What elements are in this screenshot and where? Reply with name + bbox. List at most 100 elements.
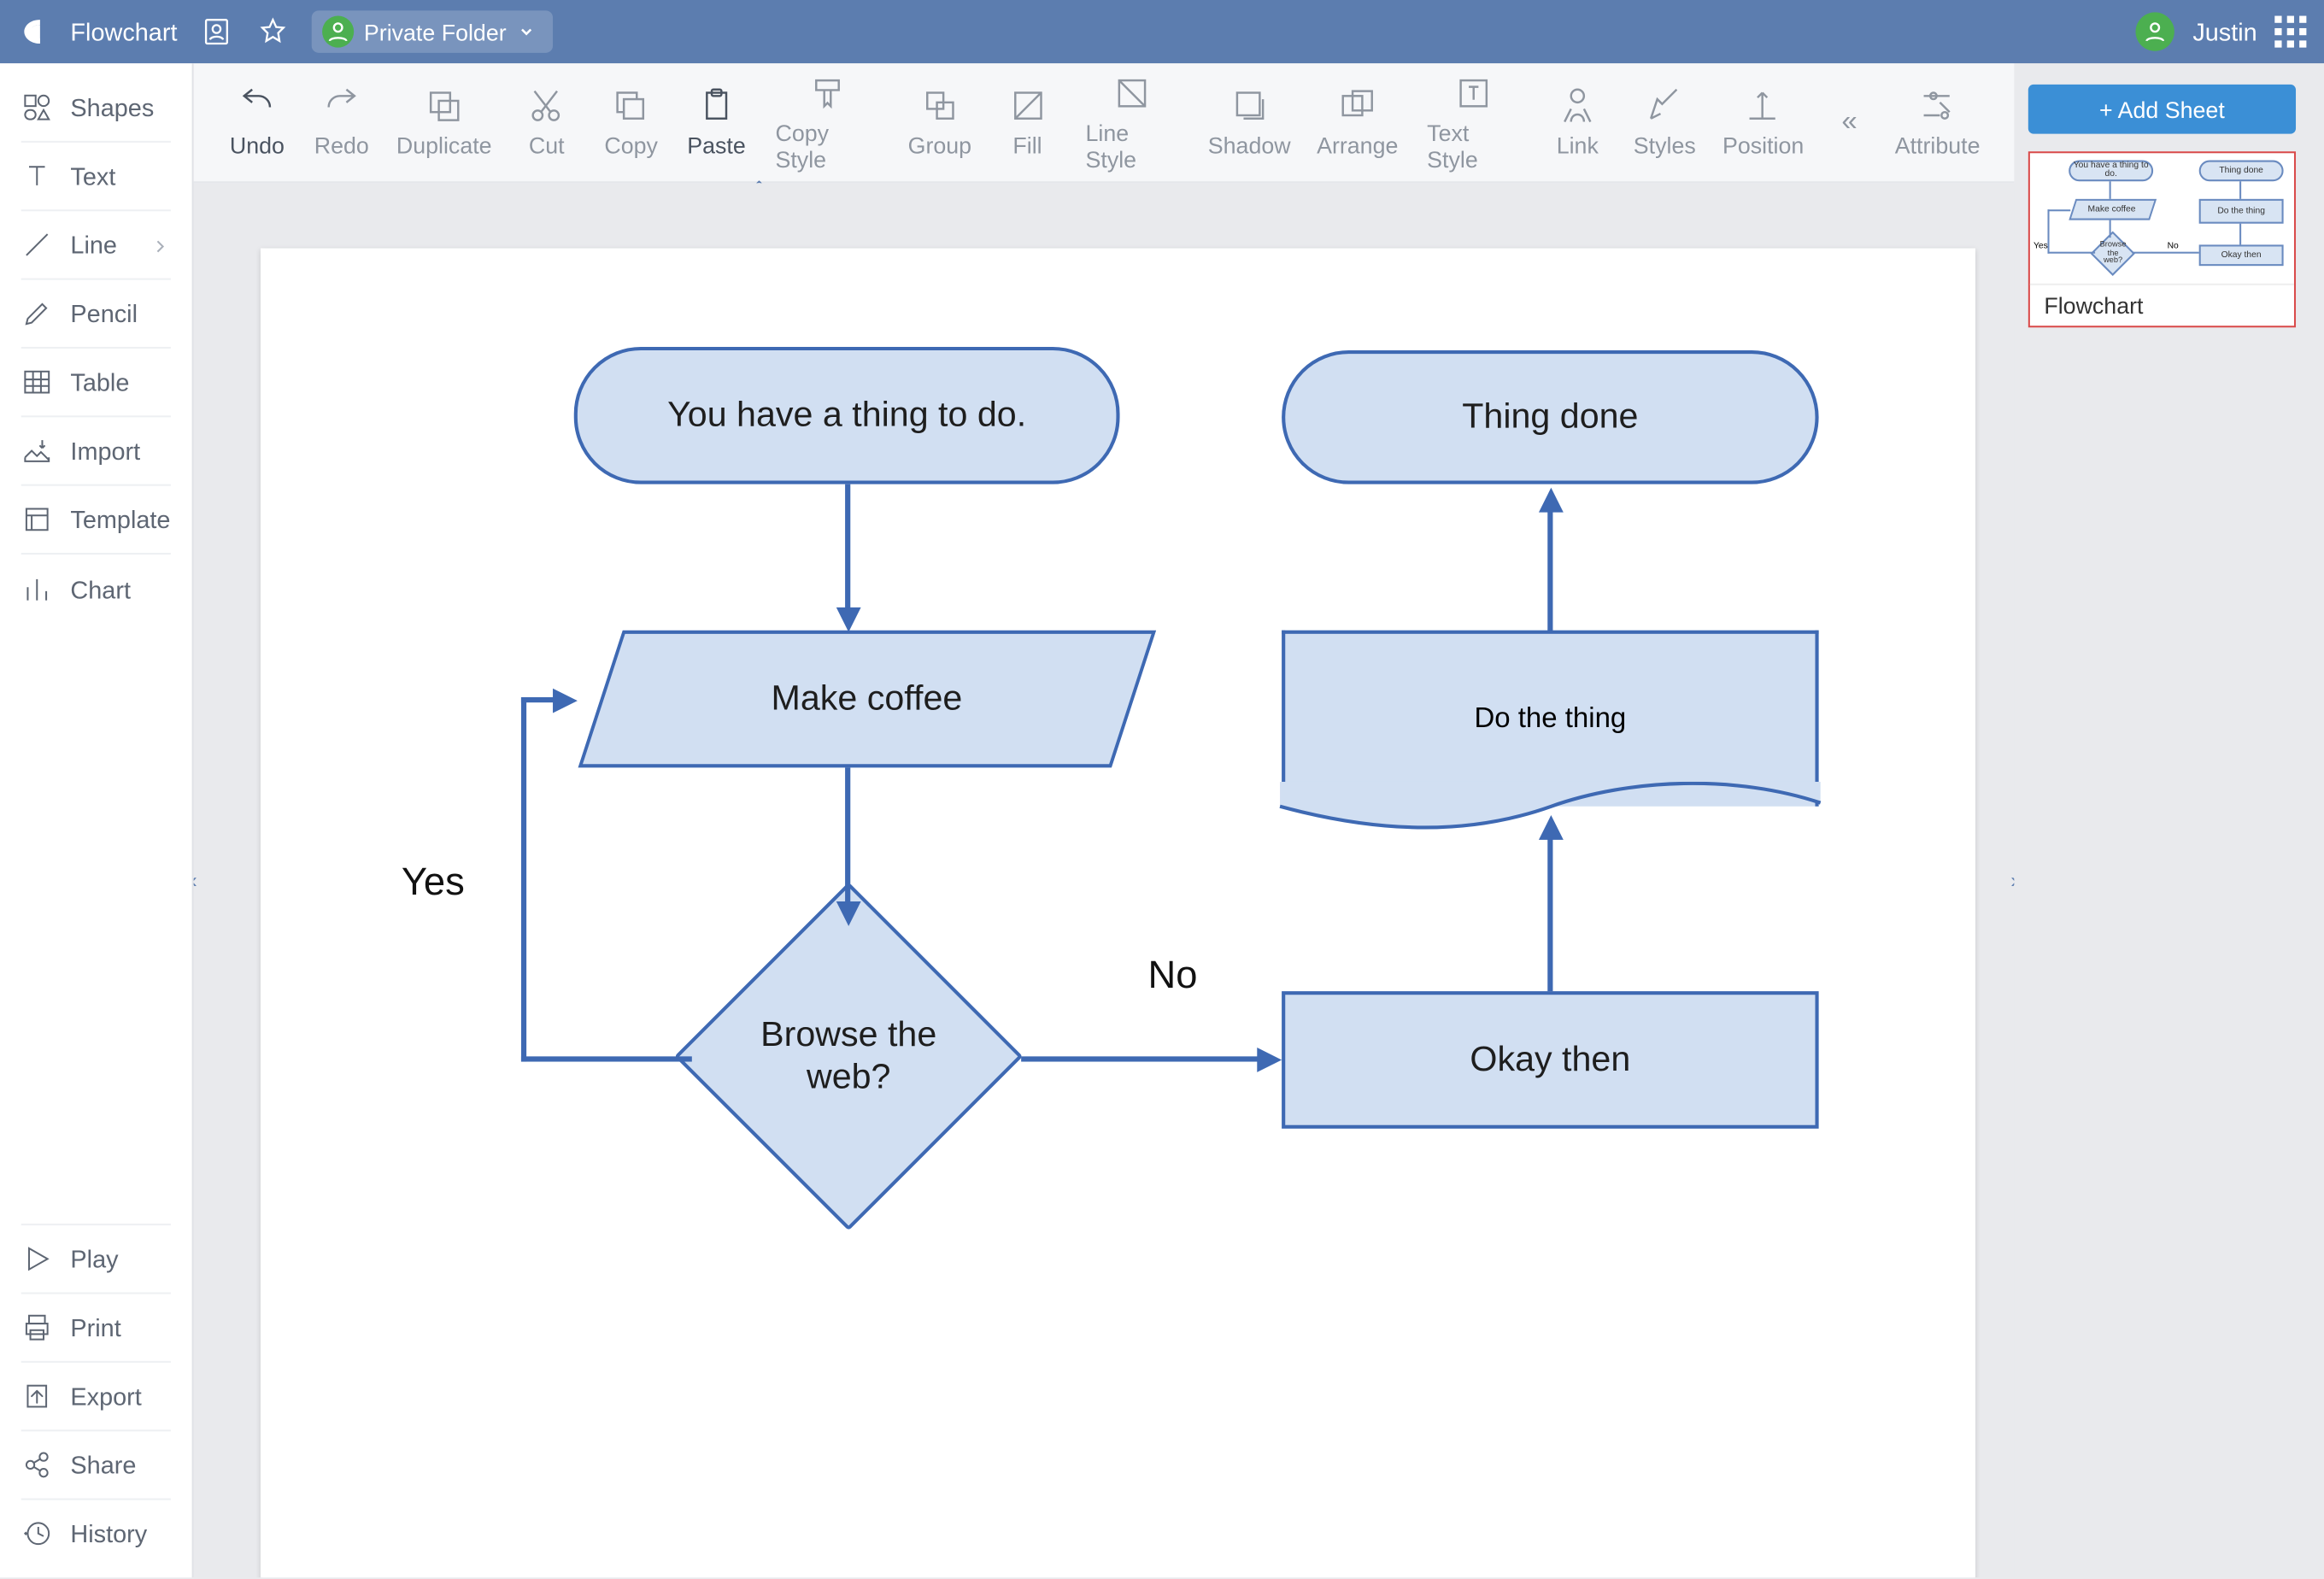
toolbar-label: Styles [1634, 132, 1696, 159]
toolbar-attribute-button[interactable]: Attribute [1882, 86, 1993, 158]
group-icon [920, 86, 959, 125]
node-do[interactable]: Do the thing [1282, 631, 1818, 807]
thumbnail-preview: You have a thing to do. Thing done Make … [2030, 153, 2294, 283]
toolbar-linestyle-button[interactable]: Line Style [1070, 73, 1195, 172]
styles-icon [1646, 86, 1684, 125]
sidebar-item-play[interactable]: Play [21, 1224, 171, 1292]
toolbar-label: Position [1722, 132, 1804, 159]
contacts-icon[interactable] [198, 14, 233, 49]
arrow-head-icon [553, 688, 578, 713]
page[interactable]: You have a thing to do. Thing done Make … [261, 249, 1975, 1578]
node-coffee-label: Make coffee [772, 678, 963, 719]
position-icon [1744, 86, 1782, 125]
left-sidebar: Shapes Text Line Pencil Table Import Template C… [0, 63, 194, 1577]
arrow-line [1021, 1056, 1260, 1061]
sidebar-item-text[interactable]: Text [21, 143, 171, 211]
toolbar-styles-button[interactable]: Styles [1620, 86, 1710, 158]
sidebar-item-shapes[interactable]: Shapes [21, 74, 171, 143]
sidebar-item-table[interactable]: Table [21, 349, 171, 417]
sidebar-item-label: Import [70, 437, 140, 465]
toolbar-label: Attribute [1895, 132, 1981, 159]
panel-expand-left-icon[interactable]: ‹ [194, 845, 204, 915]
sidebar-item-export[interactable]: Export [21, 1361, 171, 1429]
folder-label: Private Folder [364, 19, 507, 45]
canvas[interactable]: ‹ › You have a thing to do. Thing done M… [194, 183, 2015, 1577]
toolbar-label: Text Style [1427, 119, 1519, 172]
sidebar-item-label: Chart [70, 575, 131, 603]
panel-expand-right-icon[interactable]: › [2004, 845, 2014, 915]
copystyle-icon [807, 73, 846, 112]
toolbar-arrange-button[interactable]: Arrange [1304, 86, 1411, 158]
sidebar-item-print[interactable]: Print [21, 1292, 171, 1360]
folder-dropdown[interactable]: Private Folder [311, 10, 552, 52]
star-icon[interactable] [255, 14, 290, 49]
toolbar-copystyle-button[interactable]: Copy Style [760, 73, 895, 172]
sidebar-item-template[interactable]: Template [21, 486, 171, 555]
toolbar-cut-button[interactable]: Cut [504, 86, 589, 158]
sidebar-item-label: Pencil [70, 299, 138, 327]
toolbar-label: Arrange [1317, 132, 1398, 159]
duplicate-icon [425, 86, 463, 125]
node-okay[interactable]: Okay then [1282, 991, 1818, 1129]
node-done-label: Thing done [1462, 396, 1638, 438]
toolbar-textstyle-button[interactable]: Text Style [1411, 73, 1535, 172]
sidebar-item-pencil[interactable]: Pencil [21, 280, 171, 349]
toolbar-copy-button[interactable]: Copy [589, 86, 673, 158]
toolbar-overflow-icon[interactable]: « [1817, 107, 1882, 138]
toolbar-paste-button[interactable]: Paste [673, 86, 760, 158]
node-start[interactable]: You have a thing to do. [574, 347, 1120, 484]
toolbar-label: Fill [1012, 132, 1042, 159]
sidebar-item-chart[interactable]: Chart [21, 555, 171, 623]
node-done[interactable]: Thing done [1282, 350, 1818, 484]
sidebar-item-label: Shapes [70, 93, 154, 121]
sidebar-item-label: Text [70, 162, 115, 191]
sidebar-item-import[interactable]: Import [21, 417, 171, 485]
text-icon [21, 161, 53, 192]
edge-label-yes: Yes [402, 860, 465, 906]
redo-icon [322, 86, 361, 125]
chart-icon [21, 573, 53, 605]
toolbar-label: Undo [230, 132, 285, 159]
history-icon [21, 1517, 53, 1549]
add-sheet-button[interactable]: + Add Sheet [2028, 85, 2296, 134]
document-title[interactable]: Flowchart [70, 18, 177, 46]
toolbar-label: Group [908, 132, 971, 159]
apps-grid-icon[interactable] [2274, 16, 2306, 48]
toolbar-link-button[interactable]: Link [1535, 86, 1620, 158]
chevron-right-icon [150, 234, 171, 255]
app-header: Flowchart Private Folder Justin [0, 0, 2324, 63]
paste-icon [697, 86, 736, 125]
shadow-icon [1230, 86, 1269, 125]
sidebar-item-label: Template [70, 505, 170, 533]
toolbar-redo-button[interactable]: Redo [299, 86, 384, 158]
app-logo-icon[interactable] [18, 16, 50, 48]
arrow-head-icon [836, 901, 860, 926]
toolbar-duplicate-button[interactable]: Duplicate [384, 86, 504, 158]
arrange-icon [1338, 86, 1376, 125]
toolbar-label: Redo [314, 132, 369, 159]
arrow-line [1547, 836, 1552, 991]
toolbar-label: Shadow [1208, 132, 1291, 159]
template-icon [21, 503, 53, 535]
arrow-head-icon [1538, 488, 1563, 513]
node-browse[interactable]: Browse the web? [674, 882, 1023, 1230]
toolbar-group-button[interactable]: Group [895, 86, 985, 158]
table-icon [21, 367, 53, 398]
toolbar-fill-button[interactable]: Fill [985, 86, 1070, 158]
sidebar-item-label: Play [70, 1245, 118, 1273]
sidebar-item-line[interactable]: Line [21, 211, 171, 279]
arrow-line [521, 697, 556, 702]
toolbar-label: Cut [529, 132, 565, 159]
node-coffee[interactable]: Make coffee [578, 631, 1157, 768]
print-icon [21, 1312, 53, 1343]
toolbar-undo-button[interactable]: Undo [214, 86, 299, 158]
arrow-line [521, 697, 526, 1062]
sidebar-item-share[interactable]: Share [21, 1429, 171, 1498]
user-avatar[interactable] [2136, 12, 2174, 50]
sheet-thumbnail[interactable]: You have a thing to do. Thing done Make … [2028, 151, 2296, 327]
toolbar-position-button[interactable]: Position [1710, 86, 1817, 158]
thumbnail-label: Flowchart [2030, 284, 2294, 326]
toolbar-shadow-button[interactable]: Shadow [1195, 86, 1304, 158]
user-name[interactable]: Justin [2192, 18, 2257, 46]
sidebar-item-history[interactable]: History [21, 1499, 171, 1567]
